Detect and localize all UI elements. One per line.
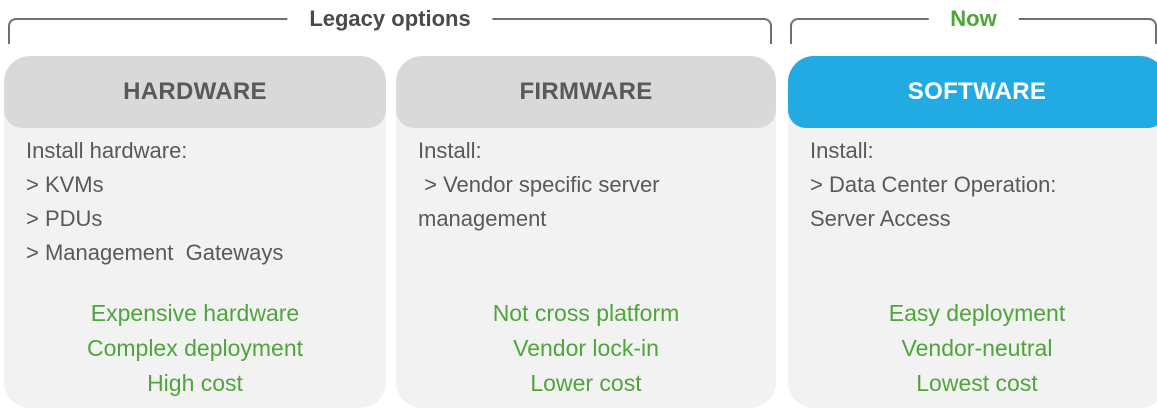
benefit-line: Lower cost <box>530 370 642 396</box>
hardware-card-description: Install hardware: > KVMs > PDUs > Manage… <box>26 134 376 270</box>
description-line: > Data Center Operation: <box>810 172 1057 197</box>
benefit-line: Expensive hardware <box>90 300 300 326</box>
benefit-line: Complex deployment <box>86 335 304 361</box>
firmware-card-description: Install: > Vendor specific server manage… <box>418 134 766 236</box>
now-bracket: Now <box>790 5 1157 44</box>
legacy-options-bracket: Legacy options <box>8 5 772 44</box>
description-line: Install: <box>418 138 482 163</box>
firmware-card-benefits: Not cross platform Vendor lock-in Lower … <box>396 296 776 401</box>
description-line: Server Access <box>810 206 951 231</box>
software-card-description: Install: > Data Center Operation: Server… <box>810 134 1156 236</box>
hardware-card: HARDWARE Install hardware: > KVMs > PDUs… <box>4 56 386 408</box>
software-card: SOFTWARE Install: > Data Center Operatio… <box>788 56 1157 408</box>
now-label: Now <box>928 5 1019 33</box>
description-line: > Vendor specific server <box>418 172 660 197</box>
firmware-card-title: FIRMWARE <box>396 56 776 128</box>
firmware-card: FIRMWARE Install: > Vendor specific serv… <box>396 56 776 408</box>
software-card-title: SOFTWARE <box>788 56 1157 128</box>
benefit-line: Not cross platform <box>492 300 680 326</box>
benefit-line: High cost <box>147 370 243 396</box>
benefit-line: Easy deployment <box>888 300 1066 326</box>
software-card-benefits: Easy deployment Vendor-neutral Lowest co… <box>788 296 1157 401</box>
benefit-line: Vendor lock-in <box>513 335 659 361</box>
description-line: > Management Gateways <box>26 240 284 265</box>
benefit-line: Lowest cost <box>916 370 1038 396</box>
hardware-card-title: HARDWARE <box>4 56 386 128</box>
description-line: > PDUs <box>26 206 103 231</box>
description-line: management <box>418 206 547 231</box>
legacy-options-label: Legacy options <box>287 5 493 33</box>
description-line: Install: <box>810 138 874 163</box>
description-line: Install hardware: <box>26 138 188 163</box>
benefit-line: Vendor-neutral <box>901 335 1053 361</box>
hardware-card-benefits: Expensive hardware Complex deployment Hi… <box>4 296 386 401</box>
description-line: > KVMs <box>26 172 104 197</box>
